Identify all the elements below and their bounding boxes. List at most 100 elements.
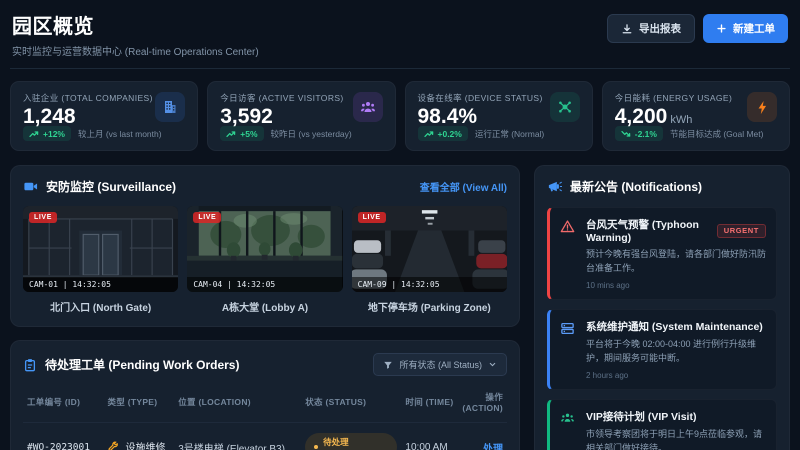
trend-badge: +12% (23, 126, 71, 141)
kpi-note: 节能目标达成 (Goal Met) (669, 128, 764, 139)
order-location: 3号楼电梯 (Elevator B3) (174, 422, 302, 450)
page-header: 园区概览 实时监控与运营数据中心 (Real-time Operations C… (10, 8, 790, 58)
visitors-icon (352, 92, 383, 122)
kpi-footer: -2.1% 节能目标达成 (Goal Met) (614, 126, 764, 141)
view-all-link[interactable]: 查看全部 (View All) (420, 179, 507, 194)
trend-up-icon (29, 130, 39, 138)
col-type: 类型 (TYPE) (107, 397, 158, 407)
trend-badge: -2.1% (614, 126, 663, 141)
camera-feed-north-gate[interactable]: LIVE CAM-01 | 14:32:05 (23, 206, 179, 292)
notification-body: 预计今晚有强台风登陆，请各部门做好防汛防台准备工作。 (586, 249, 767, 273)
kpi-note: 较昨日 (vs yesterday) (270, 128, 352, 139)
video-camera-icon (23, 179, 38, 194)
trend-up-icon (423, 130, 434, 138)
notification-list: 台风天气预警 (Typhoon Warning) URGENT 预计今晚有强台风… (547, 207, 777, 450)
table-row: #WO-2023001 设施维修 3号楼电梯 (Elevator B3) 待处理… (23, 422, 507, 450)
order-id: #WO-2023001 (23, 422, 104, 450)
work-orders-header: 待处理工单 (Pending Work Orders) 所有状态 (All St… (23, 353, 507, 376)
network-icon (549, 92, 580, 122)
surveillance-header: 安防监控 (Surveillance) 查看全部 (View All) (23, 178, 507, 195)
chevron-down-icon (488, 360, 497, 369)
export-report-button[interactable]: 导出报表 (607, 14, 695, 43)
camera-overlay: CAM-01 | 14:32:05 (23, 277, 179, 292)
camera-card: LIVE CAM-01 | 14:32:05 北门入口 (North Gate) (23, 206, 179, 314)
col-action: 操作 (ACTION) (462, 392, 503, 413)
notification-maintenance[interactable]: 系统维护通知 (System Maintenance) 平台将于今晚 02:00… (547, 309, 777, 390)
new-work-order-label: 新建工单 (733, 23, 775, 35)
surveillance-panel: 安防监控 (Surveillance) 查看全部 (View All) LIVE… (10, 165, 520, 327)
work-orders-table: 工单编号 (ID) 类型 (TYPE) 位置 (LOCATION) 状态 (ST… (23, 387, 507, 450)
col-status: 状态 (STATUS) (305, 397, 367, 407)
header-divider (10, 68, 790, 69)
kpi-footer: +0.2% 运行正常 (Normal) (417, 126, 545, 141)
col-id: 工单编号 (ID) (27, 397, 81, 407)
trend-down-icon (621, 130, 631, 138)
bolt-icon (747, 92, 777, 122)
trend-badge: +5% (220, 126, 264, 141)
kpi-note: 运行正常 (Normal) (474, 128, 545, 139)
notification-body: 市领导考察团将于明日上午9点莅临参观，请相关部门做好接待。 (586, 429, 763, 450)
download-icon (621, 23, 633, 35)
warning-triangle-icon (560, 219, 576, 235)
plus-icon (716, 23, 727, 34)
notification-vip[interactable]: VIP接待计划 (VIP Visit) 市领导考察团将于明日上午9点莅临参观，请… (547, 399, 777, 450)
notification-title: 系统维护通知 (System Maintenance) (586, 321, 763, 333)
dashboard-page: 园区概览 实时监控与运营数据中心 (Real-time Operations C… (0, 0, 800, 450)
kpi-footer: +12% 较上月 (vs last month) (23, 126, 162, 141)
megaphone-icon (547, 179, 562, 194)
camera-feed-parking[interactable]: LIVE CAM-09 | 14:32:05 (351, 206, 507, 292)
main-area: 安防监控 (Surveillance) 查看全部 (View All) LIVE… (10, 165, 790, 450)
notification-title: 台风天气预警 (Typhoon Warning) URGENT (586, 217, 766, 244)
camera-overlay: CAM-09 | 14:32:05 (351, 277, 507, 292)
camera-grid: LIVE CAM-01 | 14:32:05 北门入口 (North Gate) (23, 206, 507, 314)
kpi-card-energy: 今日能耗 (ENERGY USAGE) 4,200 kWh -2.1% 节能目标达… (601, 81, 790, 151)
page-subtitle: 实时监控与运营数据中心 (Real-time Operations Center… (12, 47, 259, 58)
header-actions: 导出报表 新建工单 (607, 14, 788, 43)
clipboard-icon (23, 358, 37, 372)
kpi-row: 入驻企业 (TOTAL COMPANIES) 1,248 +12% 较上月 (v… (10, 81, 790, 151)
header-titles: 园区概览 实时监控与运营数据中心 (Real-time Operations C… (12, 10, 259, 58)
notification-time: 2 hours ago (586, 371, 629, 380)
camera-overlay: CAM-04 | 14:32:05 (187, 277, 343, 292)
camera-feed-lobby[interactable]: LIVE CAM-04 | 14:32:05 (187, 206, 343, 292)
notifications-title: 最新公告 (Notifications) (547, 178, 702, 195)
live-badge: LIVE (29, 212, 57, 223)
kpi-footer: +5% 较昨日 (vs yesterday) (220, 126, 352, 141)
status-badge: 待处理 (Pending) (305, 433, 398, 450)
camera-caption: 北门入口 (North Gate) (50, 303, 152, 314)
status-dot (314, 445, 319, 449)
notification-typhoon[interactable]: 台风天气预警 (Typhoon Warning) URGENT 预计今晚有强台风… (547, 207, 777, 300)
notification-body: 平台将于今晚 02:00-04:00 进行例行升级维护，期间服务可能中断。 (586, 339, 757, 363)
people-group-icon (560, 411, 576, 427)
notifications-header: 最新公告 (Notifications) (547, 178, 777, 195)
new-work-order-button[interactable]: 新建工单 (703, 14, 788, 43)
col-location: 位置 (LOCATION) (178, 397, 251, 407)
kpi-card-devices: 设备在线率 (DEVICE STATUS) 98.4% +0.2% 运行正常 (… (404, 81, 593, 151)
kpi-note: 较上月 (vs last month) (77, 128, 162, 139)
surveillance-title: 安防监控 (Surveillance) (23, 178, 176, 195)
funnel-icon (383, 360, 393, 370)
table-header-row: 工单编号 (ID) 类型 (TYPE) 位置 (LOCATION) 状态 (ST… (23, 387, 507, 423)
work-orders-panel: 待处理工单 (Pending Work Orders) 所有状态 (All St… (10, 340, 520, 450)
kpi-unit: kWh (670, 114, 693, 126)
order-type: 设施维修 (107, 439, 165, 450)
kpi-card-visitors: 今日访客 (ACTIVE VISITORS) 3,592 +5% 较昨日 (vs… (207, 81, 396, 151)
server-icon (560, 321, 576, 337)
status-filter-dropdown[interactable]: 所有状态 (All Status) (373, 353, 507, 376)
order-time: 10:00 AM (401, 422, 459, 450)
camera-card: LIVE CAM-09 | 14:32:05 地下停车场 (Parking Zo… (351, 206, 507, 314)
notification-title: VIP接待计划 (VIP Visit) (586, 411, 697, 423)
col-time: 时间 (TIME) (405, 397, 454, 407)
notification-time: 10 mins ago (586, 281, 630, 290)
live-badge: LIVE (357, 212, 386, 223)
building-icon (155, 92, 186, 122)
work-orders-title: 待处理工单 (Pending Work Orders) (23, 356, 239, 373)
order-action-link[interactable]: 处理 (483, 444, 503, 450)
trend-badge: +0.2% (417, 126, 468, 141)
page-title: 园区概览 (12, 16, 94, 38)
urgent-badge: URGENT (716, 223, 766, 238)
wrench-icon (107, 440, 119, 450)
notifications-panel: 最新公告 (Notifications) 台风天气预警 (Typhoon War… (534, 165, 790, 450)
left-column: 安防监控 (Surveillance) 查看全部 (View All) LIVE… (10, 165, 520, 450)
live-badge: LIVE (193, 212, 222, 223)
